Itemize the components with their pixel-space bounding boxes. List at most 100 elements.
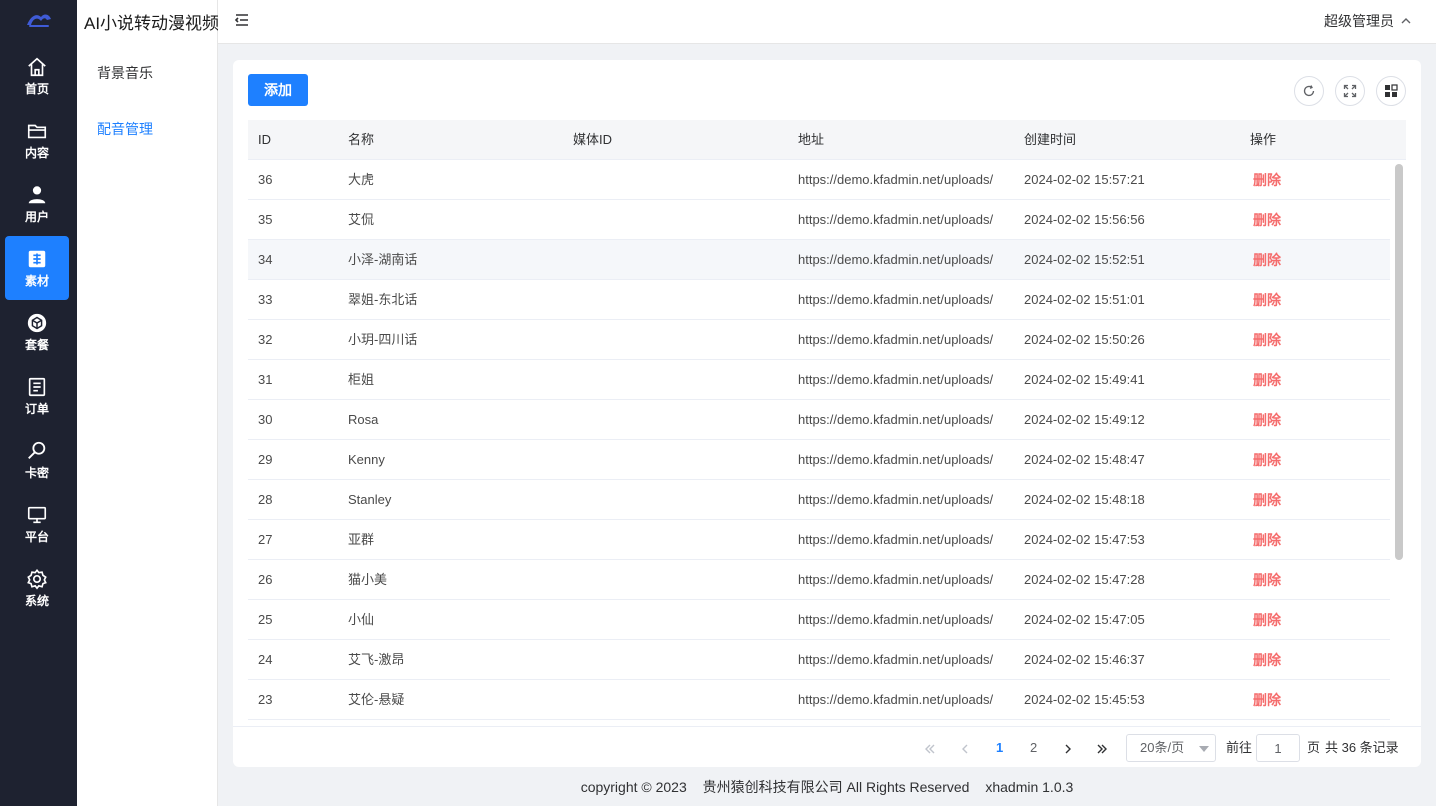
last-page-button[interactable]: [1095, 727, 1109, 768]
cell-media-id: [573, 600, 788, 640]
cell-name: Rosa: [348, 412, 379, 427]
delete-button[interactable]: 删除: [1253, 400, 1333, 440]
fullscreen-button[interactable]: [1335, 76, 1365, 106]
delete-button[interactable]: 删除: [1253, 200, 1333, 240]
cell-id: 25: [258, 612, 273, 627]
package-icon: [27, 313, 47, 333]
delete-button[interactable]: 删除: [1253, 680, 1333, 720]
cell-id: 24: [258, 652, 273, 667]
cell-name: 小玥-四川话: [348, 332, 418, 347]
columns-button[interactable]: [1376, 76, 1406, 106]
chevron-left-icon: [962, 744, 968, 754]
gear-icon: [27, 568, 47, 590]
cell-url: https://demo.kfadmin.net/uploads/: [798, 652, 994, 667]
rail-item-system[interactable]: 系统: [5, 556, 69, 620]
column-header-media-id: 媒体ID: [573, 132, 613, 147]
prev-page-button[interactable]: [958, 727, 972, 768]
rail-item-platform[interactable]: 平台: [5, 492, 69, 556]
user-menu[interactable]: 超级管理员: [1324, 11, 1412, 31]
delete-button[interactable]: 删除: [1253, 520, 1333, 560]
page-number-2[interactable]: 2: [1030, 727, 1037, 768]
cell-name: 大虎: [348, 172, 375, 187]
cell-created: 2024-02-02 15:56:56: [1024, 212, 1145, 227]
cell-media-id: [573, 240, 788, 280]
cell-media-id: [573, 560, 788, 600]
cell-id: 27: [258, 532, 273, 547]
cell-url: https://demo.kfadmin.net/uploads/: [798, 492, 994, 507]
rail-item-content[interactable]: 内容: [5, 108, 69, 172]
cell-media-id: [573, 440, 788, 480]
cell-id: 28: [258, 492, 273, 507]
delete-button[interactable]: 删除: [1253, 560, 1333, 600]
delete-button[interactable]: 删除: [1253, 360, 1333, 400]
delete-button[interactable]: 删除: [1253, 480, 1333, 520]
table-row: 36 大虎 https://demo.kfadmin.net/uploads/202…: [248, 160, 1390, 200]
caret-down-icon: [1199, 746, 1209, 752]
scrollbar-thumb[interactable]: [1395, 164, 1403, 560]
fullscreen-icon: [1343, 84, 1357, 98]
pagination: 1 2 20条/页 前往 页 共 36 条记录: [233, 726, 1421, 767]
cell-media-id: [573, 320, 788, 360]
delete-button[interactable]: 删除: [1253, 440, 1333, 480]
delete-button[interactable]: 删除: [1253, 240, 1333, 280]
footer-copyright: copyright © 2023: [580, 779, 687, 795]
cell-id: 30: [258, 412, 273, 427]
goto-page-input[interactable]: [1256, 734, 1300, 762]
submenu: AI小说转动漫视频 背景音乐 配音管理: [77, 0, 219, 806]
delete-button[interactable]: 删除: [1253, 320, 1333, 360]
column-header-id: ID: [258, 132, 271, 147]
rail-item-label: 套餐: [24, 338, 49, 352]
refresh-button[interactable]: [1294, 76, 1324, 106]
user-icon: [28, 186, 46, 204]
cell-name: 猫小美: [348, 572, 388, 587]
total-count: 共 36 条记录: [1325, 740, 1399, 755]
cell-created: 2024-02-02 15:51:01: [1024, 292, 1145, 307]
table-row: 32 小玥-四川话 https://demo.kfadmin.net/uploads…: [248, 320, 1390, 360]
first-page-button[interactable]: [923, 727, 937, 768]
cell-url: https://demo.kfadmin.net/uploads/: [798, 412, 994, 427]
cell-name: 艾伦-悬疑: [348, 692, 405, 707]
next-page-button[interactable]: [1061, 727, 1075, 768]
submenu-item-bgm[interactable]: 背景音乐: [97, 63, 153, 83]
rail-item-home[interactable]: 首页: [5, 44, 69, 108]
table-row: 28 Stanley https://demo.kfadmin.net/upload…: [248, 480, 1390, 520]
table-row: 23 艾伦-悬疑 https://demo.kfadmin.net/uploads/…: [248, 680, 1390, 720]
rail-item-users[interactable]: 用户: [5, 172, 69, 236]
rail-item-material[interactable]: 素材: [5, 236, 69, 300]
delete-button[interactable]: 删除: [1253, 600, 1333, 640]
delete-button[interactable]: 删除: [1253, 280, 1333, 320]
rail-item-orders[interactable]: 订单: [5, 364, 69, 428]
menu-fold-icon[interactable]: [234, 12, 250, 28]
table-body: 36 大虎 https://demo.kfadmin.net/uploads/202…: [248, 160, 1390, 726]
cell-url: https://demo.kfadmin.net/uploads/: [798, 292, 994, 307]
top-header: 超级管理员: [218, 0, 1436, 44]
cell-id: 35: [258, 212, 273, 227]
cell-created: 2024-02-02 15:52:51: [1024, 252, 1145, 267]
cell-id: 29: [258, 452, 273, 467]
cell-name: Stanley: [348, 492, 392, 507]
cell-created: 2024-02-02 15:49:41: [1024, 372, 1145, 387]
add-button[interactable]: 添加: [248, 74, 308, 106]
nav-rail: 首页 内容 用户 素材 套餐 订单 卡密 平台 系统: [0, 0, 77, 806]
delete-button[interactable]: 删除: [1253, 160, 1333, 200]
rail-item-keys[interactable]: 卡密: [5, 428, 69, 492]
table-row: 24 艾飞-激昂 https://demo.kfadmin.net/uploads/…: [248, 640, 1390, 680]
page-size-select[interactable]: 20条/页: [1126, 734, 1216, 762]
rail-item-package[interactable]: 套餐: [5, 300, 69, 364]
cell-url: https://demo.kfadmin.net/uploads/: [798, 452, 994, 467]
page-number-1[interactable]: 1: [996, 727, 1003, 768]
cell-created: 2024-02-02 15:45:53: [1024, 692, 1145, 707]
cell-created: 2024-02-02 15:46:37: [1024, 652, 1145, 667]
user-name: 超级管理员: [1324, 13, 1394, 29]
table-scrollbar[interactable]: [1394, 164, 1404, 724]
logo-icon: [26, 14, 51, 27]
cell-media-id: [573, 280, 788, 320]
cell-url: https://demo.kfadmin.net/uploads/: [798, 252, 994, 267]
column-header-name: 名称: [348, 132, 375, 147]
cell-created: 2024-02-02 15:48:18: [1024, 492, 1145, 507]
cell-media-id: [573, 680, 788, 720]
delete-button[interactable]: 删除: [1253, 640, 1333, 680]
cell-id: 34: [258, 252, 273, 267]
submenu-item-voice[interactable]: 配音管理: [97, 119, 153, 139]
cell-media-id: [573, 160, 788, 200]
